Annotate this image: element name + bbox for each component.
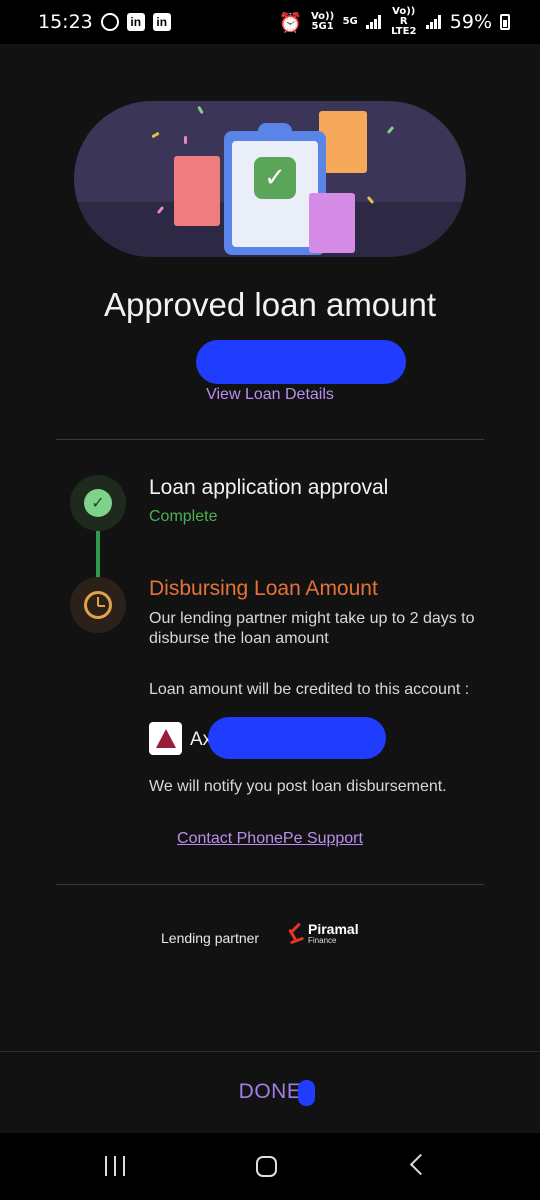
- whatsapp-icon: [100, 13, 119, 31]
- credit-account-note: Loan amount will be credited to this acc…: [149, 681, 470, 698]
- done-button[interactable]: DONE: [0, 1080, 540, 1104]
- document-icon: [309, 193, 355, 253]
- step-complete-indicator: ✓: [70, 475, 126, 531]
- check-icon: ✓: [254, 157, 296, 199]
- status-time: 15:23: [38, 11, 93, 33]
- linkedin-icon: in: [126, 13, 145, 31]
- step-title: Disbursing Loan Amount: [149, 577, 378, 600]
- step-status: Complete: [149, 508, 218, 525]
- back-icon[interactable]: [409, 1153, 432, 1176]
- alarm-icon: ⏰: [278, 11, 303, 34]
- check-circle-icon: ✓: [84, 489, 112, 517]
- divider: [56, 439, 484, 440]
- page-title: Approved loan amount: [103, 286, 437, 323]
- network-type: 5G: [342, 16, 358, 27]
- system-nav-bar: [0, 1133, 540, 1200]
- step-description: Our lending partner might take up to 2 d…: [149, 610, 475, 647]
- battery-level: 59%: [449, 11, 492, 33]
- redaction-mark: [298, 1080, 315, 1106]
- linkedin-icon: in: [152, 13, 171, 31]
- partner-name: Piramal: [308, 921, 359, 937]
- contact-support-link[interactable]: Contact PhonePe Support: [0, 830, 540, 848]
- step-title: Loan application approval: [149, 476, 389, 499]
- signal-icon: [425, 15, 442, 29]
- battery-icon: [500, 14, 510, 30]
- lending-partner-label: Lending partner: [161, 930, 260, 946]
- loan-approved-illustration: ✓: [74, 101, 466, 257]
- account-number-redacted: [208, 717, 386, 759]
- piramal-logo-icon: [286, 922, 305, 946]
- loan-amount-redacted: [196, 340, 406, 384]
- step-pending-indicator: [70, 577, 126, 633]
- network-indicator-1: Vo)) 5G1: [310, 11, 335, 32]
- recent-apps-icon[interactable]: [105, 1156, 127, 1176]
- home-icon[interactable]: [256, 1156, 277, 1177]
- step-connector: [96, 531, 100, 577]
- document-icon: [319, 111, 367, 173]
- signal-icon: [365, 15, 382, 29]
- lending-partner-logo: Piramal Finance: [286, 921, 359, 947]
- notify-message: We will notify you post loan disbursemen…: [149, 778, 447, 795]
- divider: [56, 884, 484, 885]
- view-loan-details-link[interactable]: View Loan Details: [0, 386, 540, 404]
- clock-icon: [84, 591, 112, 619]
- bank-logo-icon: [149, 722, 182, 755]
- status-bar: 15:23 in in ⏰ Vo)) 5G1 5G Vo)) R LTE2 59…: [0, 0, 540, 44]
- document-icon: [174, 156, 220, 226]
- network-indicator-2: Vo)) R LTE2: [391, 6, 417, 37]
